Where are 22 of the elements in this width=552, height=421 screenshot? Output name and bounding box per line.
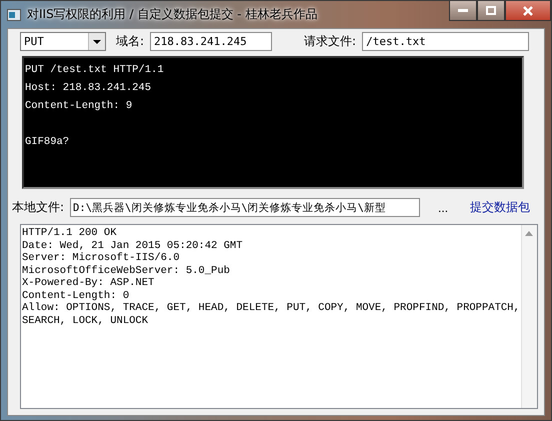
local-file-field[interactable]: D:\黑兵器\闭关修炼专业免杀小马\闭关修炼专业免杀小马\新型 [70,198,420,217]
local-file-label: 本地文件: [12,199,64,216]
submit-link[interactable]: 提交数据包 [470,199,530,216]
close-icon [523,6,533,16]
minimize-icon [458,8,468,12]
domain-field[interactable]: 218.83.241.245 [150,32,272,51]
scroll-up-icon[interactable] [525,231,534,236]
minimize-button[interactable] [449,1,477,21]
close-button[interactable] [505,1,551,21]
request-file-field[interactable]: /test.txt [362,32,530,51]
response-panel: HTTP/1.1 200 OK Date: Wed, 21 Jan 2015 05:20:42 GMT Server: Microsoft-IIS/6.0 MicrosoftOfficeWebServer: 5.0_Pub X-Powered-By: ASP.NET Content-Length: 0 Allow: OPTIONS, TRACE, GET, HEAD, DELETE, PUT, COPY, MOVE, PROPFIND, PROPPATCH, SEARCH, LOCK, UNLOCK [20,224,538,409]
scrollbar[interactable] [520,225,537,408]
window-title: 对IIS写权限的利用 / 自定义数据包提交 - 桂林老兵作品 [27,6,318,23]
method-dropdown[interactable]: PUT [20,32,106,51]
domain-label: 域名: [116,33,144,50]
maximize-icon [486,6,496,15]
maximize-button[interactable] [477,1,505,21]
browse-button[interactable]: ... [432,200,454,214]
app-icon [7,8,21,20]
request-file-label: 请求文件: [304,33,356,50]
caret-icon [93,40,101,44]
request-editor[interactable]: PUT /test.txt HTTP/1.1 Host: 218.83.241.245 Content-Length: 9 GIF89a? [22,56,524,189]
